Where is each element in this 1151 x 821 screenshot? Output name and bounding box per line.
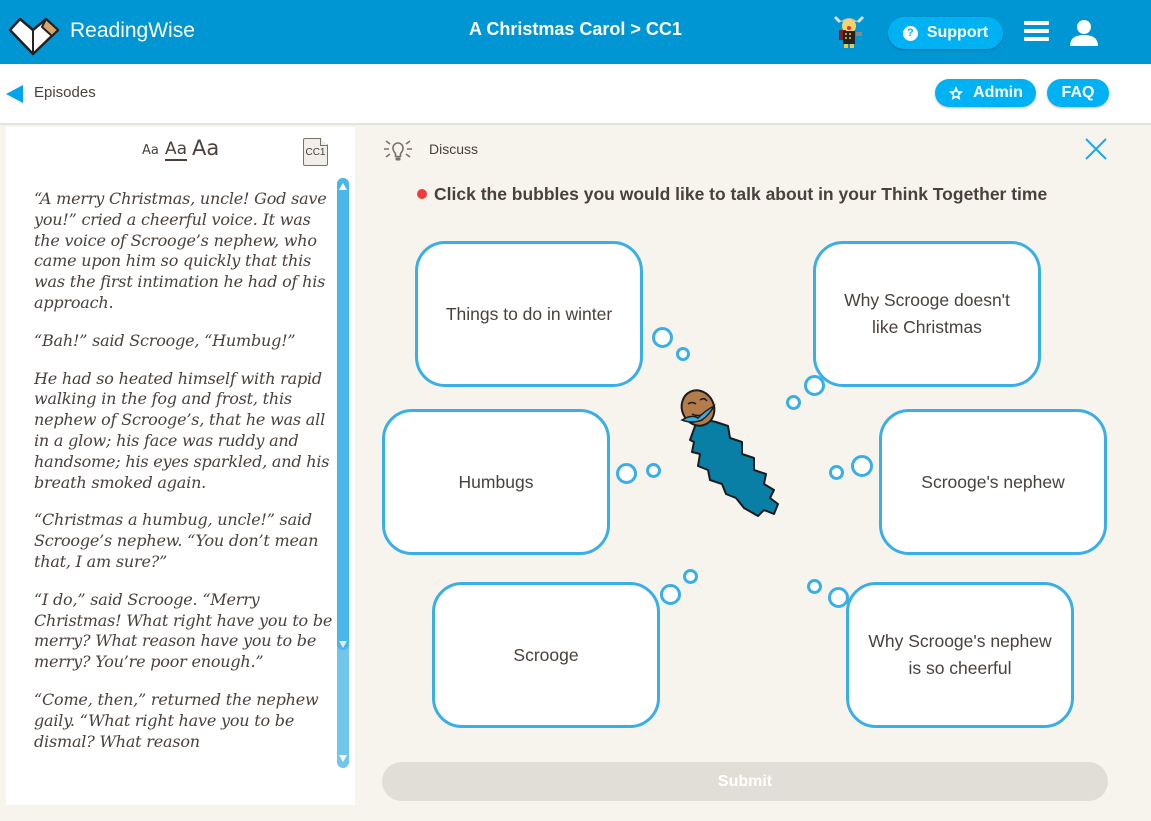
close-icon[interactable] xyxy=(1084,137,1108,161)
top-bar: ReadingWise A Christmas Carol > CC1 ? Su… xyxy=(0,0,1151,64)
thought-tail-ring xyxy=(804,375,825,396)
discussion-bubble[interactable]: Things to do in winter xyxy=(415,241,643,387)
instruction-text: Click the bubbles you would like to talk… xyxy=(434,184,1048,204)
discussion-bubble[interactable]: Scrooge xyxy=(432,582,660,728)
hamburger-menu-icon[interactable] xyxy=(1024,21,1049,43)
instruction-indicator-dot xyxy=(417,189,427,199)
story-paragraph: “Come, then,” returned the nephew gaily.… xyxy=(34,689,319,751)
lightbulb-icon xyxy=(384,140,412,161)
discuss-title: Discuss xyxy=(429,141,479,157)
scroll-page-down-arrow-icon[interactable] xyxy=(339,641,347,648)
story-paragraph: “A merry Christmas, uncle! God save you!… xyxy=(34,189,327,312)
thought-tail-ring xyxy=(676,347,690,361)
star-icon xyxy=(949,86,964,100)
faq-button[interactable]: FAQ xyxy=(1047,79,1109,107)
admin-button[interactable]: Admin xyxy=(935,79,1036,107)
scroll-down-arrow-icon[interactable] xyxy=(339,755,347,762)
discussion-bubble[interactable]: Why Scrooge's nephew is so cheerful xyxy=(846,582,1074,728)
document-fold xyxy=(320,138,328,146)
story-paragraph: “I do,” said Scrooge. “Merry Christmas! … xyxy=(34,589,333,672)
sub-nav-bar: Episodes Admin FAQ xyxy=(0,64,1151,125)
story-paragraph: “Christmas a humbug, uncle!” said Scroog… xyxy=(34,510,319,571)
support-button[interactable]: ? Support xyxy=(888,17,1003,49)
thought-tail-ring xyxy=(683,569,698,584)
font-size-small[interactable]: Aa xyxy=(142,143,159,158)
thought-tail-ring xyxy=(829,465,844,480)
back-arrow-icon[interactable] xyxy=(6,85,23,103)
admin-label: Admin xyxy=(973,84,1023,101)
story-text: “A merry Christmas, uncle! God save you!… xyxy=(34,189,334,789)
font-size-large[interactable]: Aa xyxy=(192,136,219,160)
scrollbar-thumb[interactable] xyxy=(337,178,349,650)
thought-tail-ring xyxy=(646,463,661,478)
scroll-up-arrow-icon[interactable] xyxy=(339,183,347,190)
font-size-medium[interactable]: Aa xyxy=(165,139,188,161)
help-icon: ? xyxy=(902,25,918,41)
discussion-bubble[interactable]: Why Scrooge doesn't like Christmas xyxy=(813,241,1041,387)
support-label: Support xyxy=(926,24,989,41)
thought-tail-ring xyxy=(660,584,681,605)
user-account-icon[interactable] xyxy=(1069,19,1099,47)
text-scrollbar[interactable] xyxy=(337,178,349,768)
viking-mascot-icon[interactable] xyxy=(832,14,866,50)
thought-tail-ring xyxy=(851,455,873,477)
episodes-link[interactable]: Episodes xyxy=(34,84,96,101)
story-paragraph: He had so heated himself with rapid walk… xyxy=(34,368,330,492)
discussion-bubble[interactable]: Humbugs xyxy=(382,409,610,555)
thought-tail-ring xyxy=(807,579,822,594)
reader-panel: Aa Aa Aa CC1 “A merry Christmas, uncle! … xyxy=(6,127,355,805)
discussion-bubble[interactable]: Scrooge's nephew xyxy=(879,409,1107,555)
submit-button[interactable]: Submit xyxy=(382,762,1108,801)
story-paragraph: “Bah!” said Scrooge, “Humbug!” xyxy=(34,330,296,350)
scrooge-illustration xyxy=(680,389,779,517)
thought-tail-ring xyxy=(828,587,849,608)
thought-tail-ring xyxy=(616,463,637,484)
thought-tail-ring xyxy=(652,327,673,348)
